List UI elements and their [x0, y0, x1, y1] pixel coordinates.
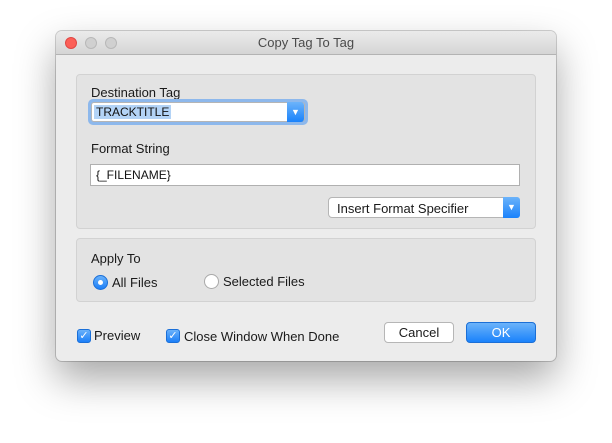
apply-to-label: Apply To — [91, 251, 141, 266]
insert-format-specifier-label: Insert Format Specifier — [337, 201, 469, 216]
destination-tag-value: TRACKTITLE — [94, 105, 172, 119]
all-files-radio[interactable] — [93, 275, 108, 290]
insert-format-specifier-popup[interactable]: Insert Format Specifier ▼ — [328, 197, 520, 218]
preview-checkbox[interactable]: ✓ — [77, 329, 91, 343]
chevron-down-icon[interactable]: ▼ — [287, 102, 304, 122]
chevron-down-icon[interactable]: ▼ — [503, 197, 520, 218]
destination-tag-focus-ring: TRACKTITLE ▼ — [88, 99, 308, 125]
apply-to-group — [76, 238, 536, 302]
destination-tag-label: Destination Tag — [91, 85, 181, 100]
all-files-label[interactable]: All Files — [112, 275, 158, 290]
cancel-button[interactable]: Cancel — [384, 322, 454, 343]
format-string-input[interactable]: {_FILENAME} — [90, 164, 520, 186]
title-bar[interactable]: Copy Tag To Tag — [56, 31, 556, 55]
destination-tag-select[interactable]: TRACKTITLE ▼ — [91, 102, 305, 122]
close-window-when-done-label[interactable]: Close Window When Done — [184, 329, 339, 344]
ok-button[interactable]: OK — [466, 322, 536, 343]
close-window-when-done-checkbox[interactable]: ✓ — [166, 329, 180, 343]
selected-files-label[interactable]: Selected Files — [223, 274, 305, 289]
format-string-label: Format String — [91, 141, 170, 156]
copy-tag-dialog: Copy Tag To Tag Destination Tag TRACKTIT… — [56, 31, 556, 361]
format-string-value: {_FILENAME} — [96, 168, 171, 182]
window-title: Copy Tag To Tag — [257, 35, 355, 50]
preview-label[interactable]: Preview — [94, 328, 140, 343]
selected-files-radio[interactable] — [204, 274, 219, 289]
